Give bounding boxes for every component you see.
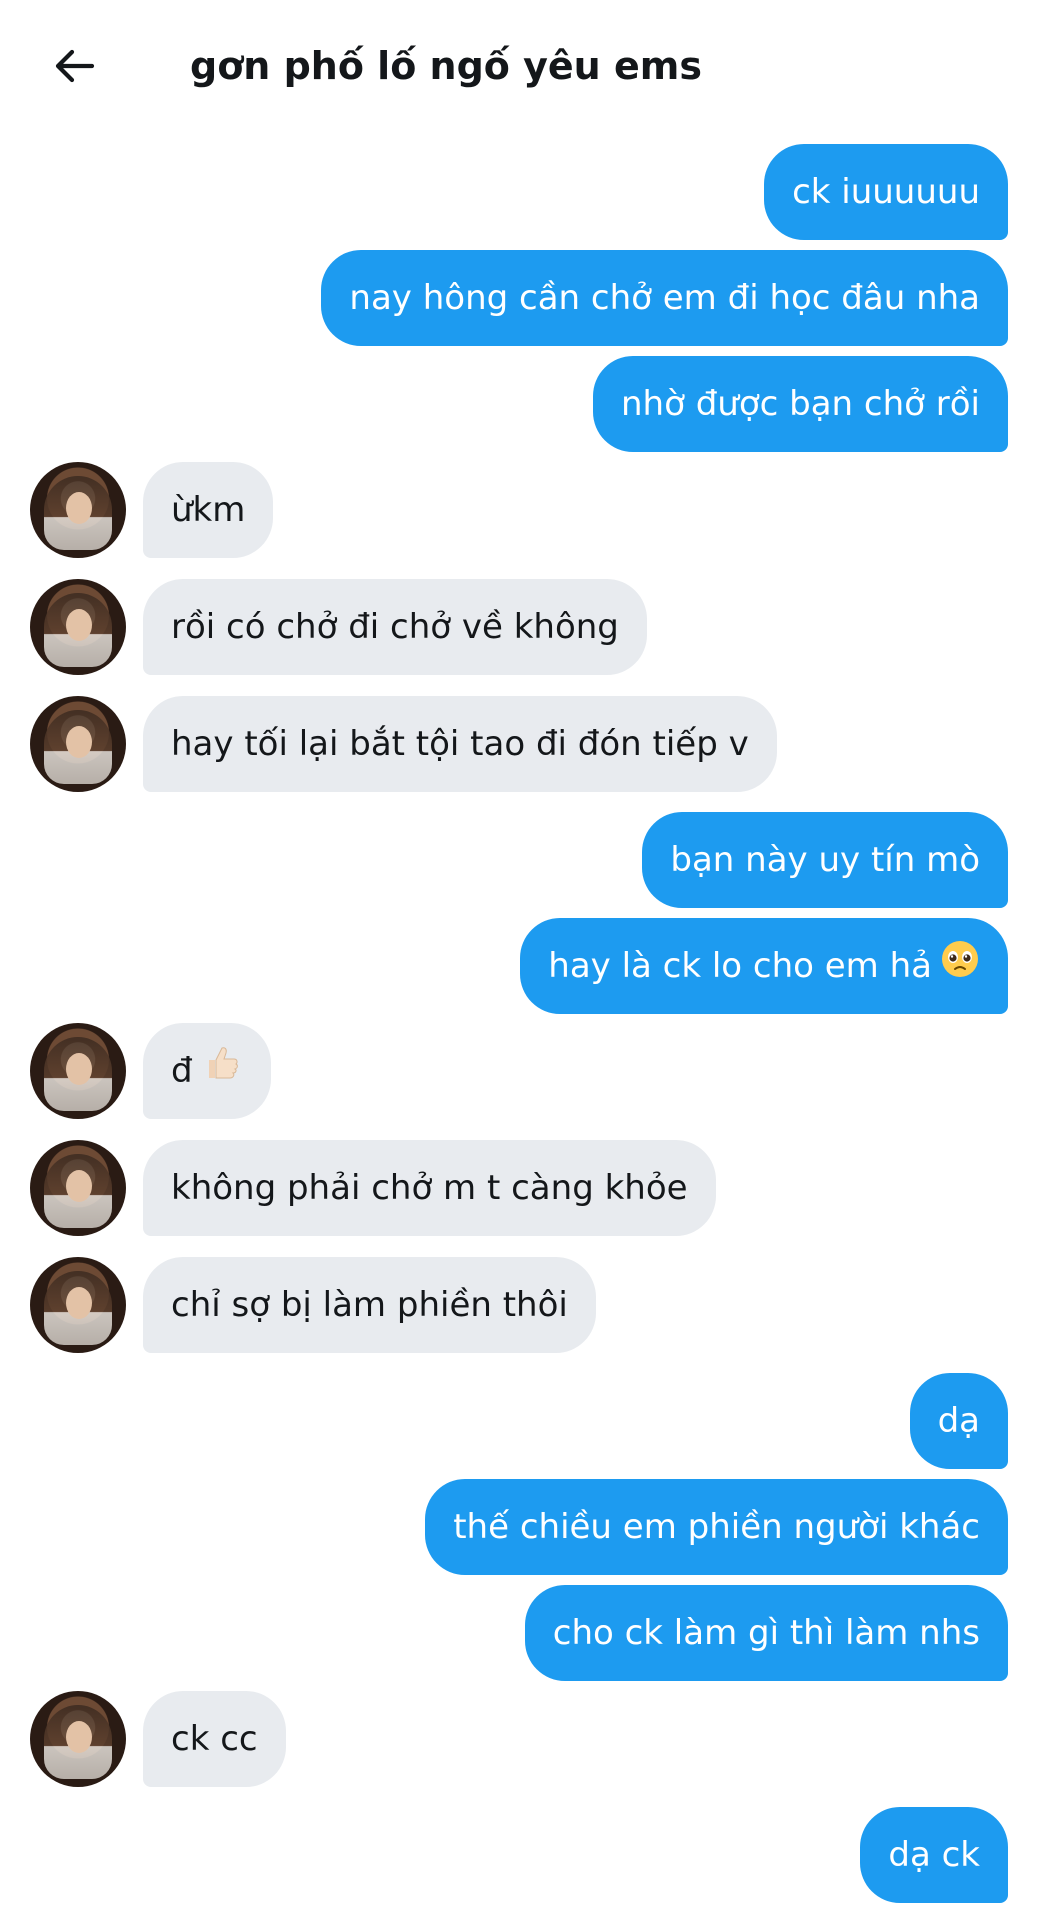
- received-message-bubble[interactable]: chỉ sợ bị làm phiền thôi: [143, 1257, 596, 1353]
- avatar[interactable]: [30, 696, 126, 792]
- message-row-received: ừkm: [0, 462, 1041, 558]
- pleading-face-icon: [940, 920, 980, 1016]
- message-row-received: không phải chở m t càng khỏe: [0, 1140, 1041, 1236]
- avatar[interactable]: [30, 1140, 126, 1236]
- avatar[interactable]: [30, 462, 126, 558]
- message-row-sent: thế chiều em phiền người khác: [0, 1479, 1041, 1575]
- sent-message-bubble[interactable]: dạ: [909, 1373, 1008, 1469]
- message-row-received: chỉ sợ bị làm phiền thôi: [0, 1257, 1041, 1353]
- avatar[interactable]: [30, 579, 126, 675]
- message-row-sent: bạn này uy tín mò: [0, 812, 1041, 908]
- received-message-bubble[interactable]: đ: [143, 1023, 271, 1119]
- thumbs-up-icon: [201, 1025, 243, 1121]
- sent-message-bubble[interactable]: cho ck làm gì thì làm nhs: [524, 1585, 1008, 1681]
- chat-header: gơn phố lố ngố yêu ems: [0, 0, 1041, 130]
- sent-message-bubble[interactable]: nhờ được bạn chở rồi: [593, 356, 1008, 452]
- avatar[interactable]: [30, 1691, 126, 1787]
- sent-message-bubble[interactable]: dạ ck: [860, 1807, 1008, 1903]
- sent-message-bubble[interactable]: nay hông cần chở em đi học đâu nha: [321, 250, 1008, 346]
- message-row-sent: hay là ck lo cho em hả: [0, 918, 1041, 1014]
- avatar[interactable]: [30, 1257, 126, 1353]
- conversation-title: gơn phố lố ngố yêu ems: [190, 44, 702, 88]
- message-row-sent: dạ: [0, 1373, 1041, 1469]
- message-row-sent: cho ck làm gì thì làm nhs: [0, 1585, 1041, 1681]
- received-message-bubble[interactable]: ừkm: [143, 462, 274, 558]
- sent-message-bubble[interactable]: thế chiều em phiền người khác: [425, 1479, 1008, 1575]
- message-row-received: ck cc: [0, 1691, 1041, 1787]
- received-message-bubble[interactable]: ck cc: [143, 1691, 286, 1787]
- message-row-received: đ: [0, 1023, 1041, 1119]
- message-row-sent: ck iuuuuuu: [0, 144, 1041, 240]
- message-row-sent: nay hông cần chở em đi học đâu nha: [0, 250, 1041, 346]
- message-text: hay là ck lo cho em hả: [548, 946, 932, 986]
- received-message-bubble[interactable]: rồi có chở đi chở về không: [143, 579, 647, 675]
- message-row-sent: nhờ được bạn chở rồi: [0, 356, 1041, 452]
- message-row-received: rồi có chở đi chở về không: [0, 579, 1041, 675]
- arrow-left-icon: [55, 49, 95, 83]
- sent-message-bubble[interactable]: hay là ck lo cho em hả: [520, 918, 1008, 1014]
- back-button[interactable]: [38, 30, 110, 102]
- message-row-sent: dạ ck: [0, 1807, 1041, 1903]
- received-message-bubble[interactable]: không phải chở m t càng khỏe: [143, 1140, 716, 1236]
- message-text: đ: [171, 1051, 193, 1091]
- received-message-bubble[interactable]: hay tối lại bắt tội tao đi đón tiếp v: [143, 696, 777, 792]
- sent-message-bubble[interactable]: ck iuuuuuu: [764, 144, 1008, 240]
- avatar[interactable]: [30, 1023, 126, 1119]
- message-row-received: hay tối lại bắt tội tao đi đón tiếp v: [0, 696, 1041, 792]
- sent-message-bubble[interactable]: bạn này uy tín mò: [642, 812, 1008, 908]
